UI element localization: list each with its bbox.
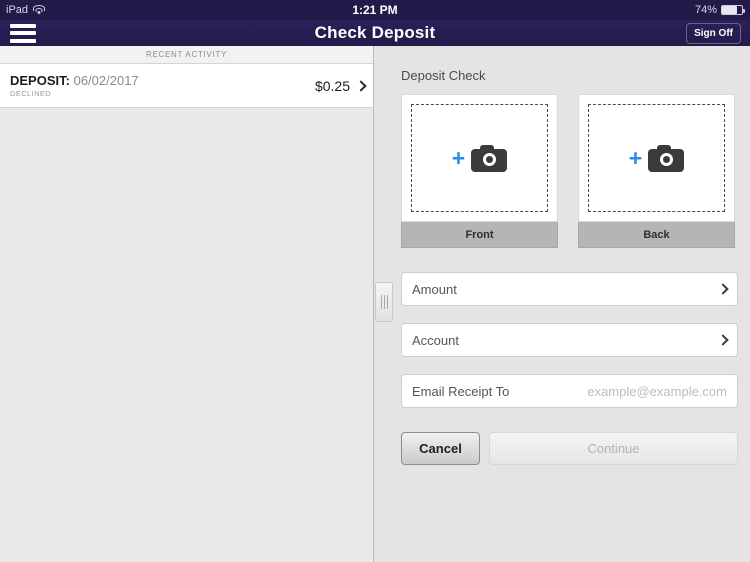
- hamburger-menu-icon[interactable]: [10, 23, 36, 43]
- check-capture-row: + Front + Back: [401, 94, 738, 248]
- battery-percent-label: 74%: [694, 4, 717, 16]
- navigation-bar: Check Deposit Sign Off: [0, 20, 750, 46]
- email-receipt-placeholder: example@example.com: [587, 383, 727, 399]
- capture-back-button[interactable]: +: [578, 94, 735, 222]
- list-item[interactable]: DEPOSIT: 06/02/2017 DECLINED $0.25: [0, 64, 373, 108]
- plus-icon: +: [451, 144, 466, 171]
- status-bar-time: 1:21 PM: [352, 3, 398, 17]
- status-badge: DECLINED: [10, 89, 52, 98]
- amount-field-label: Amount: [412, 281, 457, 297]
- check-front-capture: + Front: [401, 94, 558, 248]
- capture-front-dropzone: +: [411, 104, 548, 212]
- chevron-right-icon: [355, 79, 367, 92]
- email-receipt-field[interactable]: Email Receipt To example@example.com: [401, 374, 738, 408]
- capture-back-dropzone: +: [588, 104, 725, 212]
- check-back-capture: + Back: [578, 94, 735, 248]
- activity-item-amount: $0.25: [314, 77, 350, 94]
- status-bar: iPad 1:21 PM 74%: [0, 0, 750, 20]
- camera-icon: [648, 144, 685, 172]
- chevron-right-icon: [717, 283, 729, 295]
- account-field-label: Account: [412, 332, 459, 348]
- email-receipt-field-label: Email Receipt To: [412, 383, 510, 399]
- wifi-icon: [33, 5, 46, 15]
- activity-item-type: DEPOSIT:: [10, 73, 70, 88]
- app-screen: iPad 1:21 PM 74% Check Deposit Sign Off …: [0, 0, 750, 562]
- status-bar-left: iPad: [0, 4, 200, 16]
- page-title: Check Deposit: [314, 23, 436, 42]
- account-field[interactable]: Account: [401, 323, 738, 357]
- recent-activity-header: RECENT ACTIVITY: [0, 46, 373, 64]
- activity-item-date: 06/02/2017: [73, 73, 139, 88]
- deposit-check-panel: Deposit Check + Front + Back Amount Acco…: [375, 46, 750, 562]
- activity-item-text: DEPOSIT: 06/02/2017 DECLINED: [10, 73, 315, 98]
- continue-button[interactable]: Continue: [489, 432, 738, 465]
- navigation-bar-right: Sign Off: [630, 22, 750, 44]
- navigation-bar-left: [0, 23, 120, 43]
- plus-icon: +: [628, 144, 643, 171]
- capture-back-label[interactable]: Back: [578, 222, 735, 248]
- chevron-right-icon: [717, 334, 729, 346]
- capture-front-button[interactable]: +: [401, 94, 558, 222]
- sign-off-button[interactable]: Sign Off: [686, 22, 741, 44]
- cancel-button[interactable]: Cancel: [401, 432, 480, 465]
- activity-item-title: DEPOSIT: 06/02/2017: [10, 73, 315, 88]
- section-title: Deposit Check: [401, 68, 486, 83]
- battery-icon: [721, 5, 745, 15]
- amount-field[interactable]: Amount: [401, 272, 738, 306]
- device-name-label: iPad: [6, 4, 29, 16]
- camera-icon: [471, 144, 508, 172]
- capture-front-label[interactable]: Front: [401, 222, 558, 248]
- deposit-form: Amount Account Email Receipt To example@…: [401, 272, 738, 408]
- panel-splitter-handle[interactable]: [375, 282, 393, 322]
- recent-activity-panel: RECENT ACTIVITY DEPOSIT: 06/02/2017 DECL…: [0, 46, 374, 562]
- form-actions: Cancel Continue: [401, 432, 738, 465]
- status-bar-right: 74%: [550, 4, 750, 16]
